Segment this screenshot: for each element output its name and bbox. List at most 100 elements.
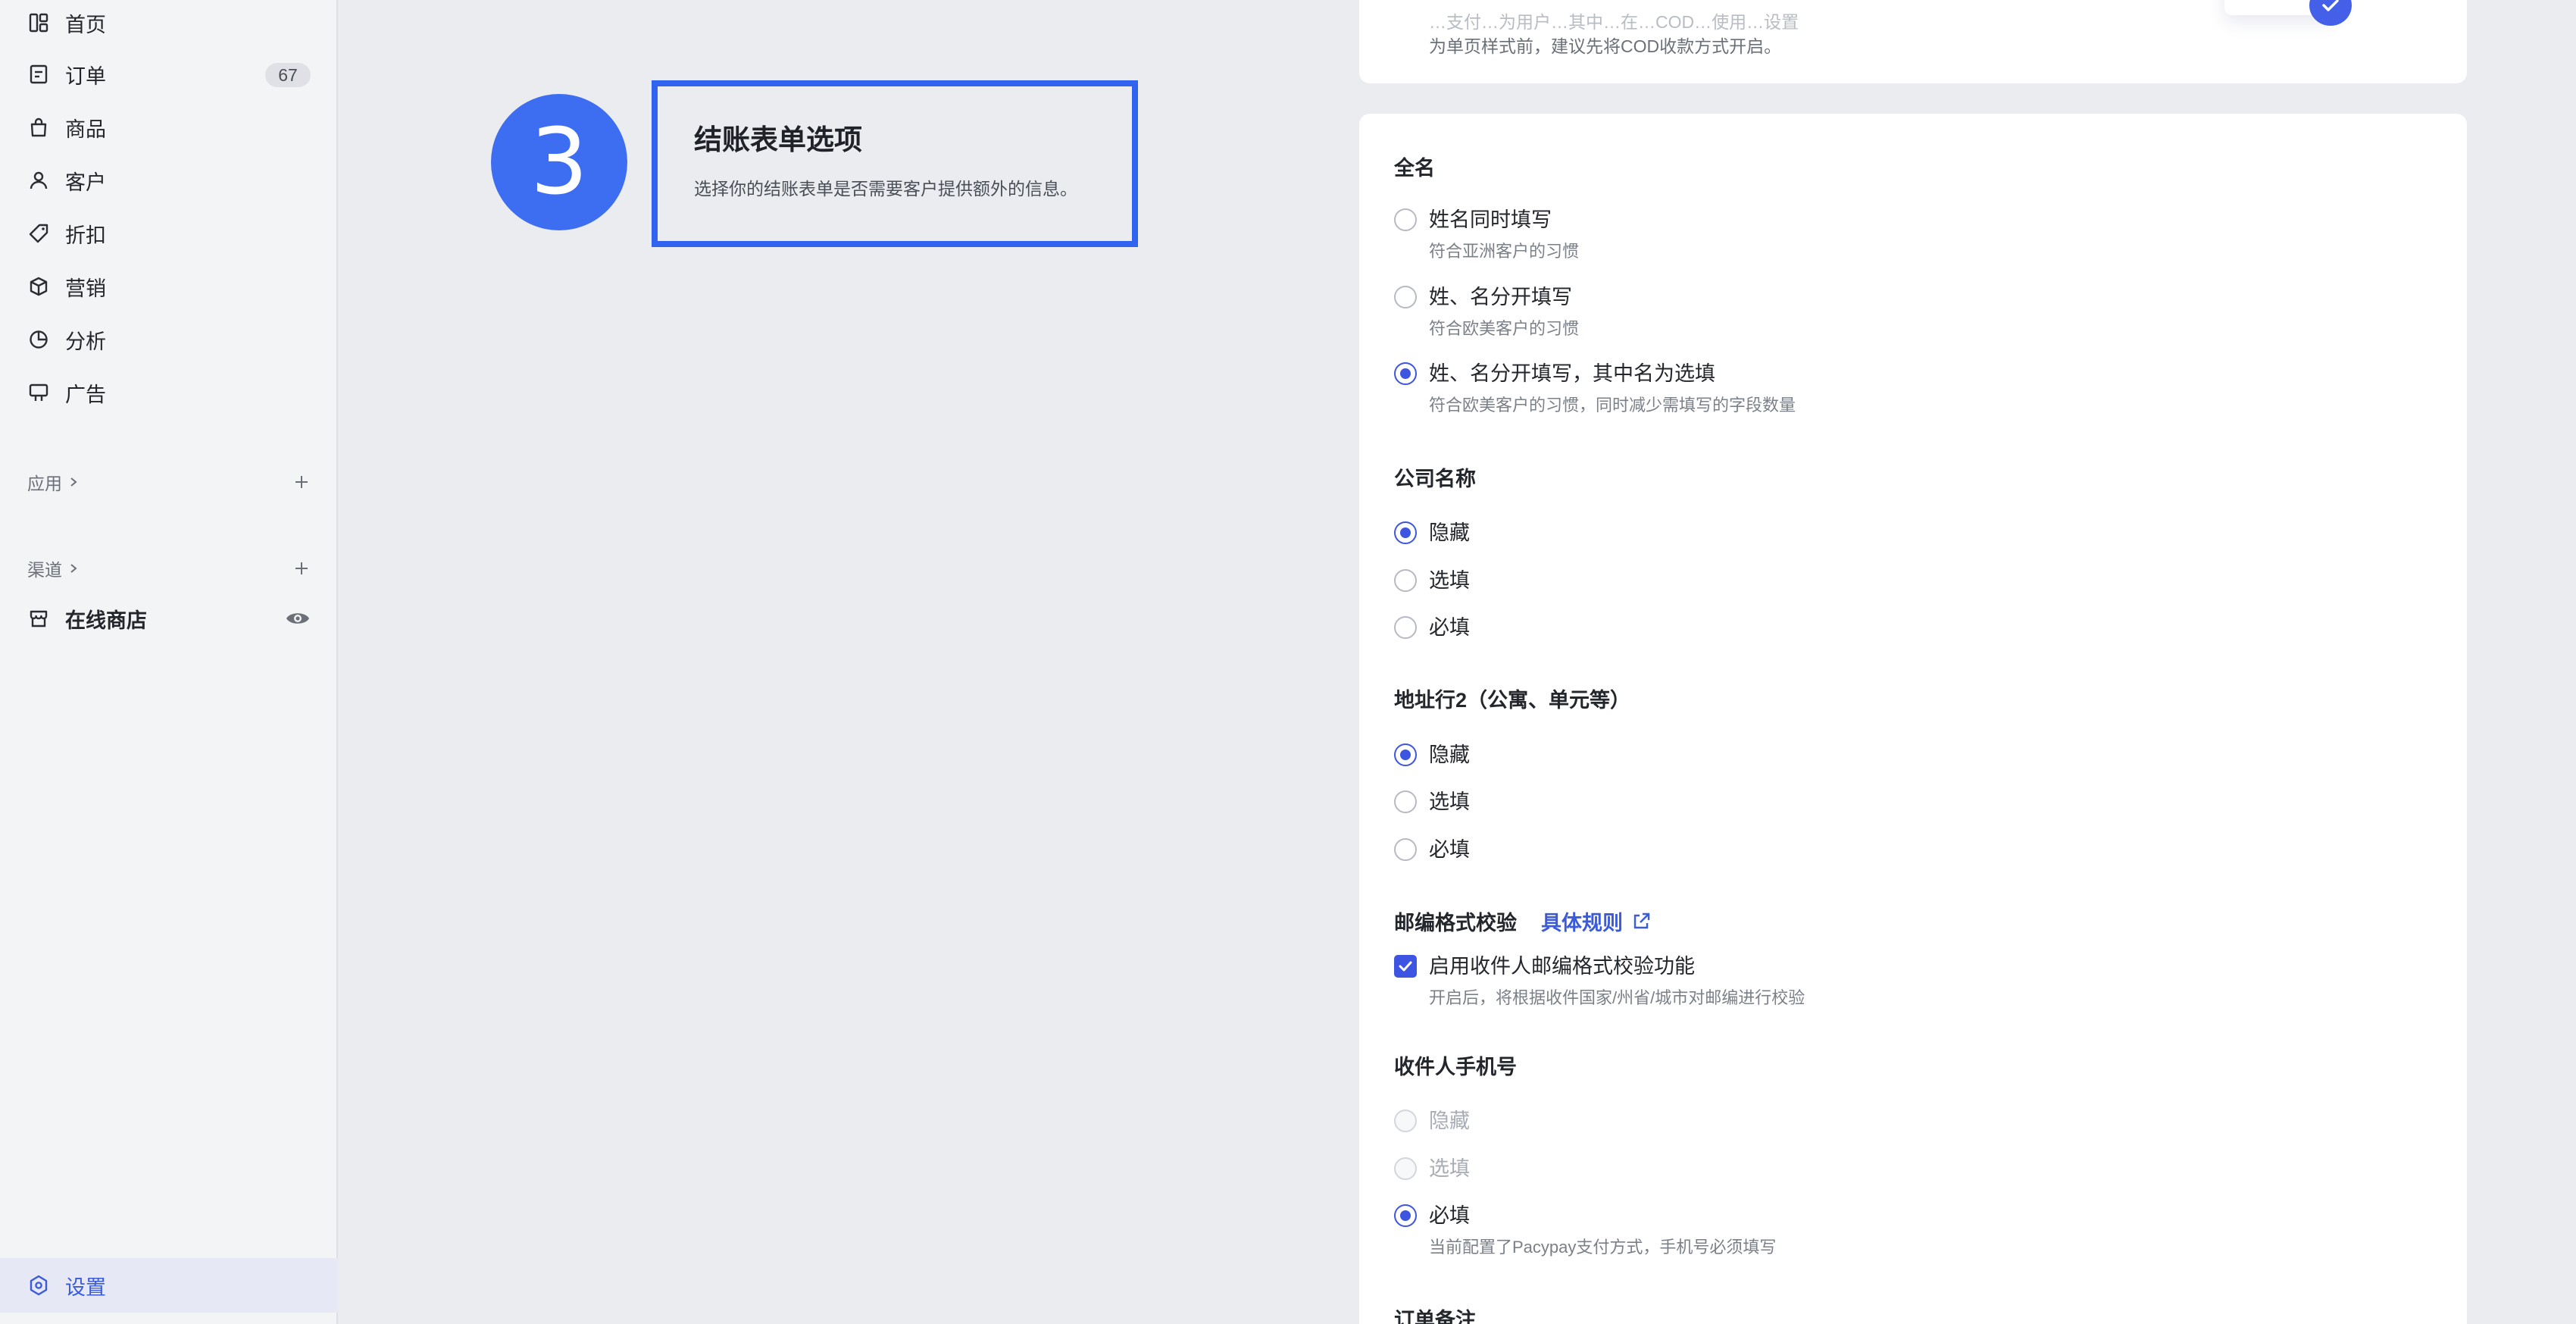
order-note-title: 订单备注 (1394, 1309, 1476, 1324)
sidebar-item-label: 折扣 (65, 224, 106, 247)
step-description: 选择你的结账表单是否需要客户提供额外的信息。 (694, 179, 1077, 199)
radio-button-disabled (1394, 1110, 1417, 1132)
option-label: 必填 (1429, 838, 1470, 861)
sidebar-item-label: 客户 (65, 171, 106, 194)
postal-title: 邮编格式校验 (1394, 912, 1517, 934)
radio-button-selected[interactable] (1394, 743, 1417, 766)
phone-option-required[interactable]: 必填 当前配置了Pacypay支付方式，手机号必须填写 (1394, 1203, 1776, 1258)
radio-button[interactable] (1394, 286, 1417, 308)
store-label: 在线商店 (65, 609, 147, 632)
radio-button-selected[interactable] (1394, 1204, 1417, 1227)
eye-icon[interactable] (285, 608, 311, 629)
billboard-icon (27, 381, 50, 404)
sidebar-item-ads[interactable]: 广告 (27, 371, 311, 414)
fullname-option-2[interactable]: 姓、名分开填写 符合欧美客户的习惯 (1394, 285, 1579, 340)
add-app-icon[interactable] (292, 473, 311, 491)
postal-validation-checkbox-row[interactable]: 启用收件人邮编格式校验功能 开启后，将根据收件国家/州省/城市对邮编进行校验 (1394, 954, 1805, 1009)
address2-option-required[interactable]: 必填 (1394, 837, 1470, 862)
user-icon (27, 169, 50, 192)
company-option-hide[interactable]: 隐藏 (1394, 521, 1470, 545)
fullname-title: 全名 (1394, 157, 1435, 180)
sidebar-item-online-store[interactable]: 在线商店 (27, 597, 311, 640)
company-option-required[interactable]: 必填 (1394, 615, 1470, 640)
sidebar: 首页 订单 67 商品 客户 折扣 营销 分析 广告 应用 渠道 在线商店 设置 (0, 0, 338, 1324)
sidebar-item-orders[interactable]: 订单 67 (27, 53, 311, 95)
sidebar-item-label: 广告 (65, 383, 106, 406)
sidebar-item-products[interactable]: 商品 (27, 106, 311, 149)
radio-button[interactable] (1394, 616, 1417, 639)
phone-option-optional: 选填 (1394, 1157, 1470, 1181)
radio-button-selected[interactable] (1394, 362, 1417, 385)
orders-icon (27, 63, 50, 86)
orders-count-badge: 67 (265, 63, 311, 87)
checkbox-label: 启用收件人邮编格式校验功能 (1429, 955, 1695, 978)
option-label: 隐藏 (1429, 521, 1470, 544)
postal-rules-link-label: 具体规则 (1541, 912, 1623, 934)
option-hint: 符合欧美客户的习惯，同时减少需填写的字段数量 (1429, 396, 1796, 415)
sidebar-item-marketing[interactable]: 营销 (27, 265, 311, 308)
step-callout-box: 结账表单选项 选择你的结账表单是否需要客户提供额外的信息。 (652, 80, 1138, 247)
sidebar-item-analytics[interactable]: 分析 (27, 318, 311, 361)
cod-info-card: …支付…为用户…其中…在…COD…使用…设置 为单页样式前，建议先将COD收款方… (1359, 0, 2467, 83)
check-circle-icon (2309, 0, 2352, 26)
cod-info-line-2: 为单页样式前，建议先将COD收款方式开启。 (1429, 36, 1782, 56)
radio-button[interactable] (1394, 208, 1417, 231)
sidebar-item-label: 营销 (65, 277, 106, 300)
sidebar-item-label: 商品 (65, 117, 106, 141)
step-number-badge: 3 (491, 94, 627, 230)
pie-chart-icon (27, 328, 50, 351)
option-hint: 符合欧美客户的习惯 (1429, 319, 1580, 338)
checkbox-checked[interactable] (1394, 955, 1417, 978)
cod-info-line-1: …支付…为用户…其中…在…COD…使用…设置 (1429, 12, 1799, 32)
radio-button[interactable] (1394, 569, 1417, 592)
radio-button[interactable] (1394, 790, 1417, 813)
option-label: 姓、名分开填写，其中名为选填 (1429, 362, 1715, 385)
option-label: 隐藏 (1429, 1110, 1470, 1132)
option-label: 姓、名分开填写 (1429, 286, 1572, 308)
chevron-right-icon (70, 477, 77, 487)
phone-title: 收件人手机号 (1394, 1056, 1517, 1078)
option-label: 必填 (1429, 1204, 1470, 1227)
settings-label: 设置 (65, 1275, 106, 1299)
address2-title: 地址行2（公寓、单元等） (1394, 689, 1631, 712)
shopping-bag-icon (27, 116, 50, 139)
cod-info-text: …支付…为用户…其中…在…COD…使用…设置 为单页样式前，建议先将COD收款方… (1429, 9, 1799, 59)
option-label: 姓名同时填写 (1429, 208, 1552, 231)
checkout-form-options-card: 全名 姓名同时填写 符合亚洲客户的习惯 姓、名分开填写 符合欧美客户的习惯 姓、… (1359, 114, 2467, 1324)
address2-option-hide[interactable]: 隐藏 (1394, 743, 1470, 767)
channels-section-label: 渠道 (27, 560, 62, 580)
fullname-option-1[interactable]: 姓名同时填写 符合亚洲客户的习惯 (1394, 208, 1579, 262)
apps-section-label: 应用 (27, 474, 62, 493)
option-label: 必填 (1429, 616, 1470, 639)
sidebar-item-label: 首页 (65, 13, 106, 36)
apps-section-header[interactable]: 应用 (27, 467, 311, 497)
external-link-icon (1633, 912, 1650, 928)
sidebar-item-customers[interactable]: 客户 (27, 159, 311, 202)
sidebar-item-discounts[interactable]: 折扣 (27, 212, 311, 255)
home-icon (27, 11, 50, 34)
option-hint: 符合亚洲客户的习惯 (1429, 242, 1580, 261)
radio-button[interactable] (1394, 838, 1417, 861)
tag-icon (27, 222, 50, 245)
chevron-right-icon (70, 564, 77, 573)
radio-button-disabled (1394, 1157, 1417, 1180)
postal-rules-link[interactable]: 具体规则 (1541, 906, 1652, 936)
checkbox-hint: 开启后，将根据收件国家/州省/城市对邮编进行校验 (1429, 988, 1805, 1007)
step-title: 结账表单选项 (694, 124, 862, 155)
option-label: 选填 (1429, 1157, 1470, 1180)
sidebar-item-home[interactable]: 首页 (27, 2, 311, 44)
channels-section-header[interactable]: 渠道 (27, 553, 311, 584)
sidebar-item-label: 分析 (65, 330, 106, 353)
sidebar-item-settings[interactable]: 设置 (0, 1258, 338, 1313)
settings-icon (27, 1274, 50, 1297)
option-label: 隐藏 (1429, 743, 1470, 766)
company-option-optional[interactable]: 选填 (1394, 568, 1470, 593)
option-label: 选填 (1429, 790, 1470, 813)
address2-option-optional[interactable]: 选填 (1394, 790, 1470, 814)
add-channel-icon[interactable] (292, 559, 311, 577)
option-hint: 当前配置了Pacypay支付方式，手机号必须填写 (1429, 1238, 1777, 1257)
radio-button-selected[interactable] (1394, 521, 1417, 544)
fullname-option-3[interactable]: 姓、名分开填写，其中名为选填 符合欧美客户的习惯，同时减少需填写的字段数量 (1394, 362, 1796, 416)
company-title: 公司名称 (1394, 468, 1476, 490)
store-icon (27, 607, 50, 630)
